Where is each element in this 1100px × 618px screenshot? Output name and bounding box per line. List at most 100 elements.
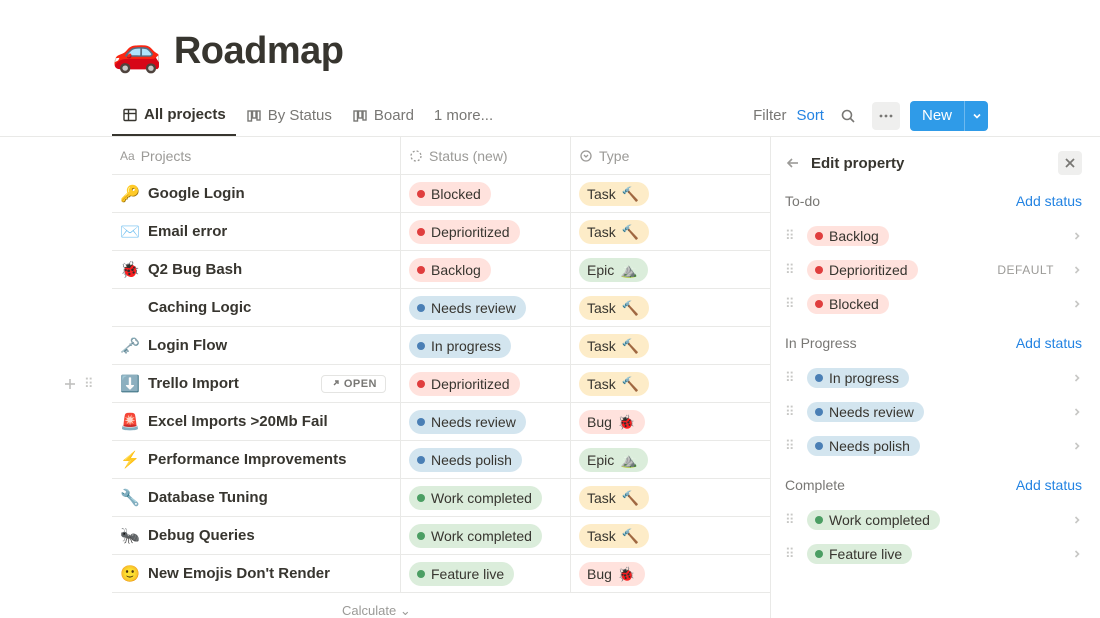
row-title[interactable]: Q2 Bug Bash [148,261,242,278]
status-label: Deprioritized [829,262,908,278]
chevron-right-icon[interactable] [1072,549,1082,559]
drag-handle-icon[interactable]: ⠿ [785,546,797,562]
status-option-row[interactable]: ⠿ Deprioritized DEFAULT [785,253,1082,287]
add-status-button[interactable]: Add status [1016,477,1082,493]
chevron-right-icon[interactable] [1072,231,1082,241]
drag-handle-icon[interactable]: ⠿ [785,512,797,528]
chevron-right-icon[interactable] [1072,299,1082,309]
chevron-right-icon[interactable] [1072,515,1082,525]
new-dropdown[interactable] [964,101,988,131]
status-option-row[interactable]: ⠿Needs polish [785,429,1082,463]
type-pill[interactable]: Task🔨 [579,486,649,510]
row-title[interactable]: New Emojis Don't Render [148,565,330,582]
drag-handle-icon[interactable]: ⠿ [785,438,797,454]
type-pill[interactable]: Epic⛰️ [579,448,648,472]
status-label: In progress [431,336,501,356]
type-pill[interactable]: Task🔨 [579,524,649,548]
row-title[interactable]: Login Flow [148,337,227,354]
tab-more[interactable]: 1 more... [424,95,503,136]
drag-handle-icon[interactable]: ⠿ [785,228,797,244]
status-property-icon [409,149,423,163]
column-header-status[interactable]: Status (new) [400,137,570,174]
status-option-row[interactable]: ⠿Needs review [785,395,1082,429]
status-pill[interactable]: Feature live [409,562,514,586]
filter-button[interactable]: Filter [753,107,786,124]
row-title[interactable]: Google Login [148,185,245,202]
open-button[interactable]: OPEN [321,375,386,393]
drag-handle-icon[interactable]: ⠿ [785,404,797,420]
chevron-right-icon[interactable] [1072,407,1082,417]
new-button[interactable]: New [910,101,964,131]
table-row[interactable]: ⠿🔑Google LoginBlockedTask🔨 [112,175,770,213]
column-header-projects[interactable]: Aa Projects [112,148,400,164]
add-status-button[interactable]: Add status [1016,193,1082,209]
column-label: Type [599,148,629,164]
row-title[interactable]: Excel Imports >20Mb Fail [148,413,328,430]
add-row-icon[interactable] [62,376,78,392]
status-option-row[interactable]: ⠿Blocked [785,287,1082,321]
type-label: Task [587,222,616,242]
tab-all-projects[interactable]: All projects [112,95,236,136]
back-icon[interactable] [785,155,801,171]
type-pill[interactable]: Bug🐞 [579,410,645,434]
row-title[interactable]: Performance Improvements [148,451,346,468]
table-row[interactable]: ⠿🗝️Login FlowIn progressTask🔨 [112,327,770,365]
type-pill[interactable]: Task🔨 [579,296,649,320]
default-badge: DEFAULT [997,263,1054,277]
drag-handle-icon[interactable]: ⠿ [785,262,797,278]
row-emoji: 🙂 [120,564,140,584]
tab-by-status[interactable]: By Status [236,95,342,136]
add-status-button[interactable]: Add status [1016,335,1082,351]
more-icon[interactable] [872,102,900,130]
table-row[interactable]: ⠿⬇️Trello ImportOPENDeprioritizedTask🔨 [112,365,770,403]
status-pill[interactable]: Backlog [409,258,491,282]
status-pill[interactable]: Work completed [409,486,542,510]
search-icon[interactable] [834,102,862,130]
status-option-row[interactable]: ⠿Work completed [785,503,1082,537]
chevron-right-icon[interactable] [1072,373,1082,383]
table-row[interactable]: ⠿✉️Email errorDeprioritizedTask🔨 [112,213,770,251]
table-row[interactable]: ⠿🐞Q2 Bug BashBacklogEpic⛰️ [112,251,770,289]
row-title[interactable]: Email error [148,223,227,240]
row-title[interactable]: Database Tuning [148,489,268,506]
status-option-row[interactable]: ⠿Backlog [785,219,1082,253]
status-pill[interactable]: Work completed [409,524,542,548]
status-pill[interactable]: Deprioritized [409,372,520,396]
table-row[interactable]: ⠿🚨Excel Imports >20Mb FailNeeds reviewBu… [112,403,770,441]
calculate-button[interactable]: Calculate ⌄ [112,593,770,618]
drag-handle-icon[interactable]: ⠿ [785,370,797,386]
table-row[interactable]: ⠿🐜Debug QueriesWork completedTask🔨 [112,517,770,555]
status-pill[interactable]: Needs review [409,296,526,320]
table-row[interactable]: ⠿Caching LogicNeeds reviewTask🔨 [112,289,770,327]
table-row[interactable]: ⠿🔧Database TuningWork completedTask🔨 [112,479,770,517]
close-icon[interactable] [1058,151,1082,175]
status-pill[interactable]: Needs polish [409,448,522,472]
row-title[interactable]: Debug Queries [148,527,255,544]
chevron-right-icon[interactable] [1072,265,1082,275]
type-emoji: 🐞 [618,412,635,432]
page-emoji[interactable]: 🚗 [112,32,162,72]
status-pill[interactable]: Blocked [409,182,491,206]
row-title[interactable]: Caching Logic [148,299,251,316]
type-pill[interactable]: Task🔨 [579,220,649,244]
drag-handle-icon[interactable]: ⠿ [84,376,96,392]
type-pill[interactable]: Task🔨 [579,334,649,358]
type-pill[interactable]: Epic⛰️ [579,258,648,282]
type-pill[interactable]: Task🔨 [579,182,649,206]
drag-handle-icon[interactable]: ⠿ [785,296,797,312]
status-option-row[interactable]: ⠿Feature live [785,537,1082,571]
sort-button[interactable]: Sort [796,107,824,124]
status-pill[interactable]: Deprioritized [409,220,520,244]
status-pill[interactable]: In progress [409,334,511,358]
table-row[interactable]: ⠿⚡Performance ImprovementsNeeds polishEp… [112,441,770,479]
type-pill[interactable]: Task🔨 [579,372,649,396]
status-option-row[interactable]: ⠿In progress [785,361,1082,395]
table-row[interactable]: ⠿🙂New Emojis Don't RenderFeature liveBug… [112,555,770,593]
chevron-right-icon[interactable] [1072,441,1082,451]
page-title[interactable]: Roadmap [174,30,344,73]
tab-board[interactable]: Board [342,95,424,136]
row-title[interactable]: Trello Import [148,375,239,392]
type-pill[interactable]: Bug🐞 [579,562,645,586]
column-header-type[interactable]: Type [570,137,770,174]
status-pill[interactable]: Needs review [409,410,526,434]
